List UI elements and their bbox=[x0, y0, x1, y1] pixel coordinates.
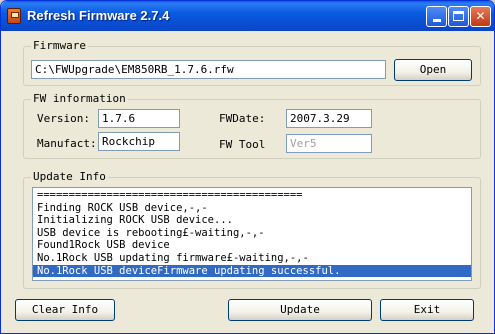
firmware-group-legend: Firmware bbox=[31, 39, 88, 52]
open-button[interactable]: Open bbox=[394, 59, 472, 81]
log-line[interactable]: ========================================… bbox=[33, 189, 471, 202]
fwdate-field[interactable]: 2007.3.29 bbox=[286, 109, 372, 128]
app-icon bbox=[7, 8, 21, 24]
fwtool-field: Ver5 bbox=[286, 134, 372, 153]
log-line[interactable]: No.1Rock USB updating firmware£-waiting,… bbox=[33, 252, 471, 265]
log-line[interactable]: Initializing ROCK USB device... bbox=[33, 214, 471, 227]
log-line[interactable]: Finding ROCK USB device,-,- bbox=[33, 202, 471, 215]
fwdate-label: FWDate: bbox=[219, 112, 266, 125]
close-icon: ✕ bbox=[475, 9, 486, 23]
close-button[interactable]: ✕ bbox=[470, 6, 491, 27]
update-button[interactable]: Update bbox=[228, 299, 372, 321]
minimize-icon bbox=[432, 19, 441, 22]
minimize-button[interactable] bbox=[426, 6, 447, 27]
clear-info-button[interactable]: Clear Info bbox=[15, 299, 115, 321]
firmware-path-field[interactable]: C:\FWUpgrade\EM850RB_1.7.6.rfw bbox=[31, 60, 386, 79]
fw-info-group-legend: FW information bbox=[31, 92, 128, 105]
title-bar[interactable]: Refresh Firmware 2.7.4 ✕ bbox=[1, 1, 494, 31]
log-line[interactable]: No.1Rock USB deviceFirmware updating suc… bbox=[33, 264, 471, 278]
update-log-rows: ========================================… bbox=[33, 188, 471, 278]
app-window: Refresh Firmware 2.7.4 ✕ Firmware C:\FWU… bbox=[0, 0, 495, 334]
version-label: Version: bbox=[37, 112, 90, 125]
manufact-label: Manufact: bbox=[37, 137, 97, 150]
update-info-group-legend: Update Info bbox=[31, 170, 108, 183]
exit-button[interactable]: Exit bbox=[380, 299, 474, 321]
fwtool-label: FW Tool bbox=[219, 138, 266, 151]
version-field[interactable]: 1.7.6 bbox=[98, 109, 180, 128]
manufact-field[interactable]: Rockchip bbox=[98, 132, 180, 151]
update-log-list[interactable]: ========================================… bbox=[32, 187, 472, 281]
window-title: Refresh Firmware 2.7.4 bbox=[27, 8, 170, 23]
maximize-button[interactable] bbox=[448, 6, 469, 27]
log-line[interactable]: USB device is rebooting£-waiting,-,- bbox=[33, 227, 471, 240]
maximize-icon bbox=[453, 11, 464, 21]
log-line[interactable]: Found1Rock USB device bbox=[33, 239, 471, 252]
